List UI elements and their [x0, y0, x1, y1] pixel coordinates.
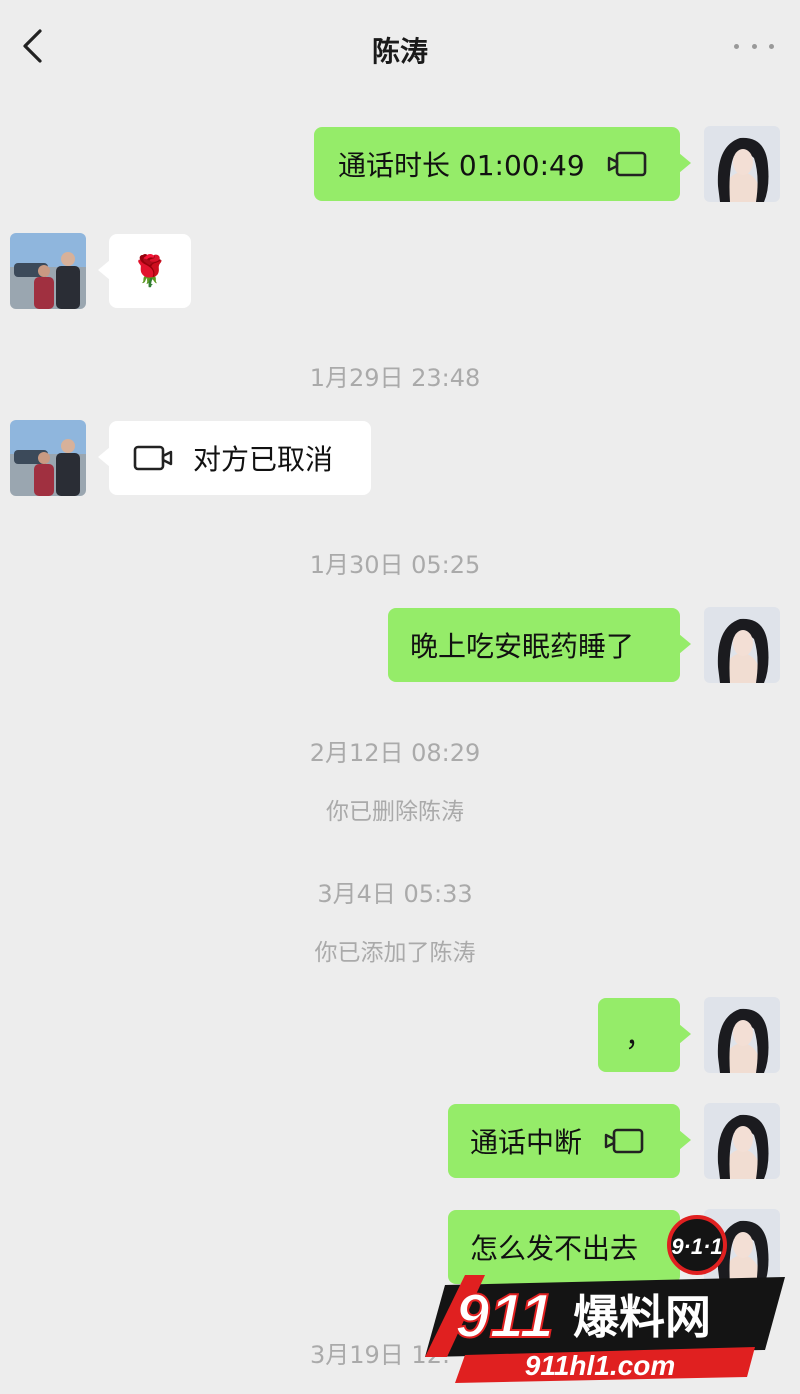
message-bubble-call-cancelled[interactable]: 对方已取消	[98, 421, 371, 495]
message-text: 通话时长 01:00:49	[338, 149, 585, 182]
timestamp: 1月29日 23:48	[309, 364, 481, 392]
message-bubble[interactable]: ，	[598, 998, 691, 1072]
video-call-icon	[604, 1127, 644, 1155]
message-text: 晚上吃安眠药睡了	[410, 630, 635, 663]
more-button[interactable]	[734, 36, 774, 56]
message-bubble-call-duration[interactable]: 通话时长 01:00:49	[314, 127, 691, 201]
contact-avatar[interactable]	[10, 420, 86, 496]
message-bubble-rose[interactable]: 🌹	[98, 234, 191, 308]
my-avatar[interactable]	[704, 607, 780, 683]
timestamp: 1月30日 05:25	[309, 551, 481, 579]
video-call-icon	[607, 150, 647, 178]
video-call-icon	[133, 444, 173, 472]
message-text: ，	[624, 1020, 653, 1053]
watermark-brand: 爆料网	[573, 1290, 711, 1344]
watermark-badge: 9·1·1	[671, 1234, 722, 1259]
message-text: 对方已取消	[193, 443, 334, 476]
my-avatar[interactable]	[704, 126, 780, 202]
more-dots-icon	[734, 43, 739, 49]
system-notice: 你已添加了陈涛	[314, 940, 476, 966]
message-bubble-call-interrupted[interactable]: 通话中断	[448, 1104, 691, 1178]
timestamp: 2月12日 08:29	[309, 739, 481, 767]
watermark-number: 911	[455, 1282, 554, 1351]
message-text: 通话中断	[470, 1126, 583, 1159]
rose-emoji: 🌹	[131, 253, 169, 289]
chat-header: 陈涛	[0, 0, 800, 92]
chat-title: 陈涛	[371, 35, 428, 68]
my-avatar[interactable]	[704, 997, 780, 1073]
message-bubble[interactable]: 晚上吃安眠药睡了	[388, 608, 691, 682]
watermark-logo: 9·1·1 911 爆料网 911hl1.com	[425, 1215, 795, 1390]
watermark-url: 911hl1.com	[525, 1350, 675, 1381]
timestamp: 3月4日 05:33	[317, 880, 473, 908]
system-notice: 你已删除陈涛	[326, 799, 464, 825]
contact-avatar[interactable]	[10, 233, 86, 309]
my-avatar[interactable]	[704, 1103, 780, 1179]
